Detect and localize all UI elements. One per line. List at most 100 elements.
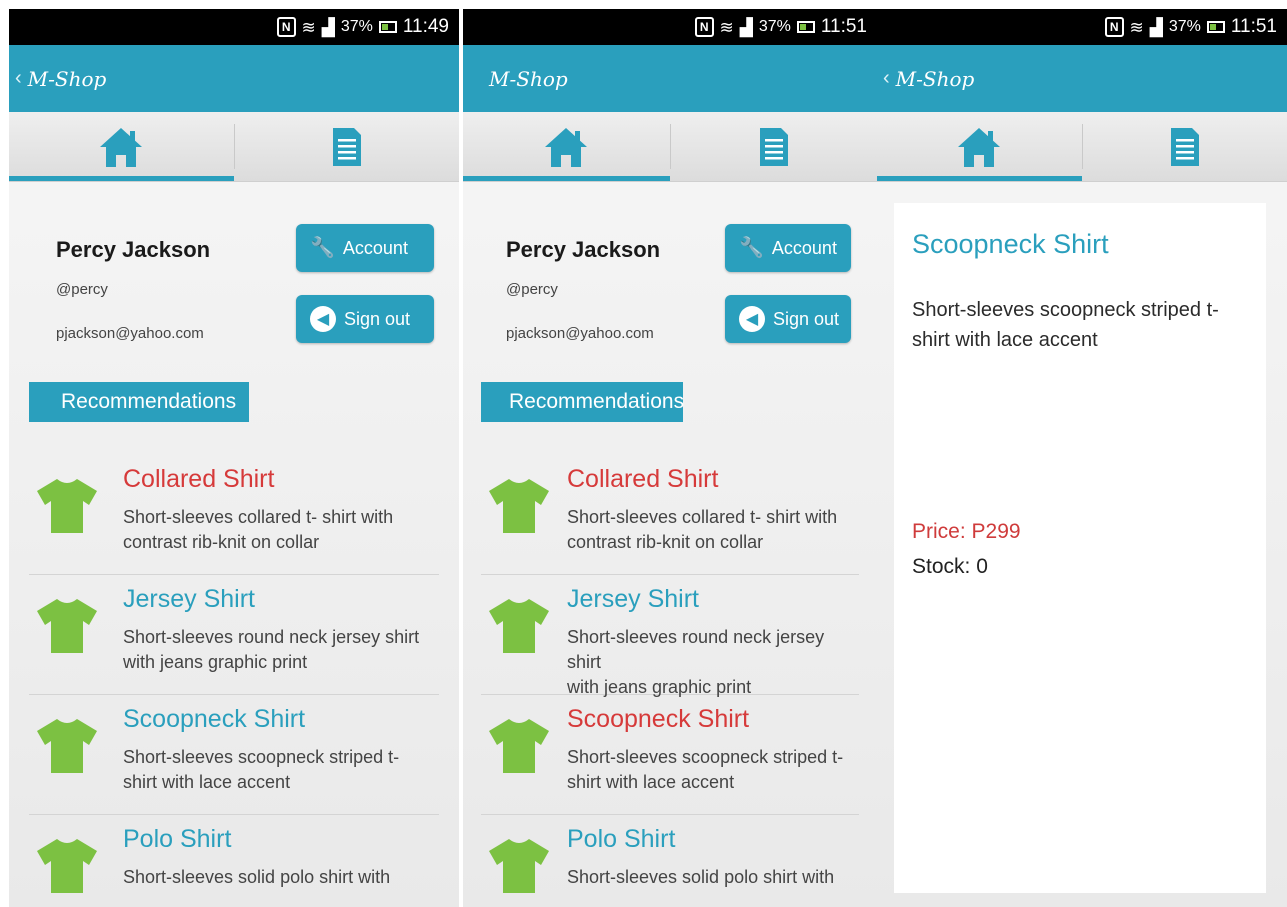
product-description: Short-sleeves scoopneck striped t-shirt …	[912, 299, 1219, 351]
status-bar: N ≋ ▟ 37% 11:51	[877, 9, 1287, 45]
signout-button-label: Sign out	[344, 308, 411, 329]
tab-bar	[9, 112, 459, 182]
arrow-left-circle-icon: ◀	[739, 306, 765, 332]
action-bar: ‹ M-Shop	[9, 45, 459, 112]
battery-icon	[378, 21, 397, 33]
item-title: Jersey Shirt	[123, 585, 255, 613]
recommendations-header: Recommendations	[481, 382, 684, 422]
wrench-icon: 🔧	[739, 237, 764, 259]
profile-email: pjackson@yahoo.com	[506, 325, 654, 342]
tshirt-icon	[37, 479, 97, 533]
app-title[interactable]: M-Shop	[28, 67, 107, 91]
home-icon	[545, 127, 588, 167]
clock: 11:49	[402, 16, 449, 37]
item-description: Short-sleeves solid polo shirt with	[567, 867, 835, 887]
profile-section: Percy Jackson @percy pjackson@yahoo.com …	[463, 219, 877, 359]
document-icon	[759, 127, 788, 166]
tshirt-icon	[37, 599, 97, 653]
wrench-icon: 🔧	[310, 237, 335, 259]
document-icon	[1170, 127, 1199, 166]
tshirt-icon	[489, 839, 549, 893]
signout-button[interactable]: ◀ Sign out	[725, 295, 851, 343]
battery-percent: 37%	[1168, 18, 1201, 35]
list-item[interactable]: Scoopneck Shirt Short-sleeves scoopneck …	[481, 695, 859, 815]
phone-screen-3: N ≋ ▟ 37% 11:51 ‹ M-Shop Scoopneck Shirt…	[877, 9, 1287, 907]
list-item[interactable]: Polo Shirt Short-sleeves solid polo shir…	[481, 815, 859, 907]
action-bar: M-Shop	[463, 45, 877, 112]
account-button[interactable]: 🔧 Account	[725, 224, 851, 272]
item-title: Scoopneck Shirt	[567, 705, 750, 733]
product-detail-card: Scoopneck Shirt Short-sleeves scoopneck …	[894, 203, 1266, 893]
list-item[interactable]: Collared Shirt Short-sleeves collared t-…	[29, 455, 439, 575]
back-chevron-icon[interactable]: ‹	[15, 67, 22, 90]
tshirt-icon	[489, 599, 549, 653]
item-description: Short-sleeves scoopneck striped t-shirt …	[123, 747, 400, 792]
item-description: Short-sleeves round neck jersey shirt wit…	[123, 627, 420, 672]
product-stock: Stock: 0	[912, 555, 988, 578]
tab-bar	[463, 112, 877, 182]
item-description: Short-sleeves scoopneck striped t-shirt …	[567, 747, 844, 792]
nfc-icon: N	[694, 17, 714, 37]
arrow-left-circle-icon: ◀	[310, 306, 336, 332]
item-title: Collared Shirt	[123, 465, 275, 493]
wifi-icon: ≋	[719, 17, 734, 37]
profile-name: Percy Jackson	[56, 237, 211, 262]
tab-home[interactable]	[877, 112, 1082, 181]
tab-documents[interactable]	[235, 112, 460, 181]
clock: 11:51	[1230, 16, 1277, 37]
signal-icon: ▟	[1149, 17, 1163, 37]
profile-name: Percy Jackson	[506, 237, 661, 262]
wifi-icon: ≋	[1129, 17, 1144, 37]
action-bar: ‹ M-Shop	[877, 45, 1287, 112]
item-description: Short-sleeves round neck jersey shirt wit…	[567, 627, 825, 697]
back-chevron-icon[interactable]: ‹	[883, 67, 890, 90]
document-icon	[332, 127, 361, 166]
battery-icon	[796, 21, 815, 33]
profile-email: pjackson@yahoo.com	[56, 325, 204, 342]
item-description: Short-sleeves collared t- shirt with cont…	[123, 507, 394, 552]
signal-icon: ▟	[321, 17, 335, 37]
tshirt-icon	[37, 839, 97, 893]
recommendations-header: Recommendations	[29, 382, 249, 422]
status-bar: N ≋ ▟ 37% 11:49	[9, 9, 459, 45]
app-title[interactable]: M-Shop	[489, 67, 568, 91]
tab-bar	[877, 112, 1287, 182]
tshirt-icon	[37, 719, 97, 773]
tshirt-icon	[489, 479, 549, 533]
list-item[interactable]: Jersey Shirt Short-sleeves round neck je…	[481, 575, 859, 697]
battery-percent: 37%	[340, 18, 373, 35]
app-title[interactable]: M-Shop	[896, 67, 975, 91]
phone-screen-1: N ≋ ▟ 37% 11:49 ‹ M-Shop Percy Jackson @…	[9, 9, 459, 907]
nfc-icon: N	[1104, 17, 1124, 37]
signal-icon: ▟	[739, 17, 753, 37]
tab-documents[interactable]	[1083, 112, 1287, 181]
home-icon	[100, 127, 143, 167]
recommendation-list: Collared Shirt Short-sleeves collared t-…	[481, 455, 859, 907]
clock: 11:51	[820, 16, 867, 37]
list-item[interactable]: Polo Shirt Short-sleeves solid polo shir…	[29, 815, 439, 907]
item-description: Short-sleeves solid polo shirt with	[123, 867, 391, 887]
account-button-label: Account	[771, 237, 837, 258]
tab-home[interactable]	[9, 112, 234, 181]
item-title: Jersey Shirt	[567, 585, 699, 613]
item-description: Short-sleeves collared t- shirt with cont…	[567, 507, 838, 552]
home-icon	[958, 127, 1001, 167]
account-button[interactable]: 🔧 Account	[296, 224, 434, 272]
account-button-label: Account	[342, 237, 408, 258]
profile-handle: @percy	[56, 281, 108, 298]
tab-documents[interactable]	[671, 112, 878, 181]
item-title: Collared Shirt	[567, 465, 719, 493]
list-item[interactable]: Collared Shirt Short-sleeves collared t-…	[481, 455, 859, 575]
list-item[interactable]: Scoopneck Shirt Short-sleeves scoopneck …	[29, 695, 439, 815]
tab-home[interactable]	[463, 112, 670, 181]
product-title: Scoopneck Shirt	[912, 229, 1109, 259]
item-title: Polo Shirt	[123, 825, 232, 853]
signout-button-label: Sign out	[773, 308, 840, 329]
tshirt-icon	[489, 719, 549, 773]
battery-icon	[1206, 21, 1225, 33]
item-title: Scoopneck Shirt	[123, 705, 306, 733]
product-price: Price: P299	[912, 520, 1021, 543]
signout-button[interactable]: ◀ Sign out	[296, 295, 434, 343]
recommendation-list: Collared Shirt Short-sleeves collared t-…	[29, 455, 439, 907]
list-item[interactable]: Jersey Shirt Short-sleeves round neck je…	[29, 575, 439, 695]
